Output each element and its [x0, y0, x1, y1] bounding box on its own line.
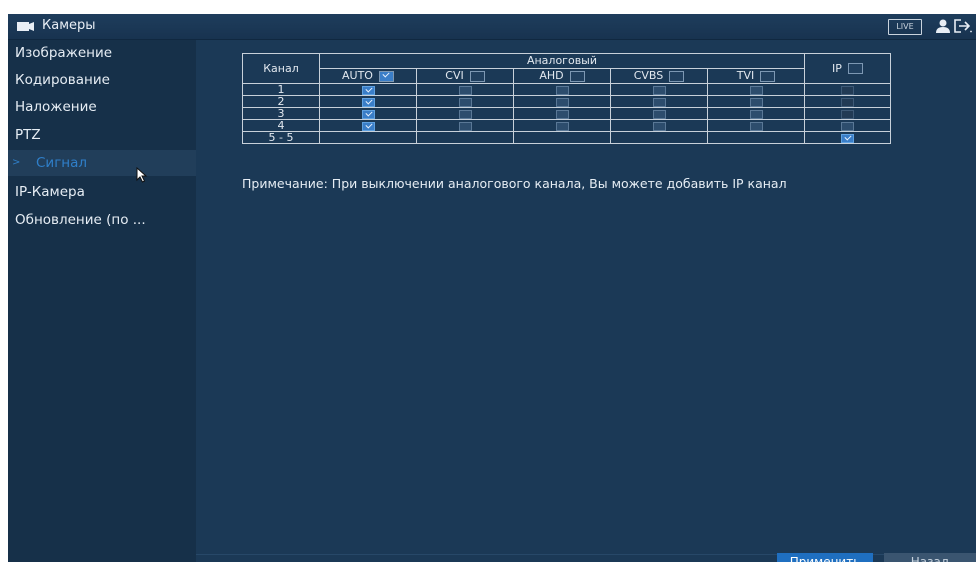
signal-table: Канал Аналоговый IP AUTO CVI AHD CVBS TV…: [242, 53, 891, 144]
sidebar: Изображение Кодирование Наложение PTZ > …: [8, 40, 196, 562]
sidebar-item-label: Кодирование: [15, 72, 110, 88]
channel-cell: 1: [242, 83, 320, 96]
screen: Камеры LIVE Изображение Кодирование Нало…: [8, 14, 976, 562]
tvi-checkbox[interactable]: [749, 121, 763, 131]
sidebar-item-label: Обновление (по ...: [15, 212, 146, 228]
cvi-checkbox[interactable]: [458, 97, 472, 107]
cvi-label: CVI: [445, 69, 464, 82]
ahd-all-checkbox[interactable]: [569, 70, 585, 82]
table-row: 5 - 5: [242, 131, 891, 144]
auto-checkbox[interactable]: [361, 121, 375, 131]
column-header-cvi: CVI: [416, 68, 514, 84]
cvi-checkbox[interactable]: [458, 109, 472, 119]
ip-checkbox[interactable]: [841, 85, 854, 95]
column-header-ahd: AHD: [513, 68, 611, 84]
ip-checkbox[interactable]: [841, 97, 854, 107]
sidebar-item-signal[interactable]: > Сигнал: [8, 150, 196, 176]
ip-checkbox[interactable]: [841, 133, 854, 143]
ip-checkbox[interactable]: [841, 109, 854, 119]
channel-cell: 5 - 5: [242, 131, 320, 144]
table-row: 4: [242, 119, 891, 132]
channel-cell: 4: [242, 119, 320, 132]
table-row: 2: [242, 95, 891, 108]
channel-cell: 3: [242, 107, 320, 120]
cvbs-checkbox[interactable]: [652, 121, 666, 131]
user-icon[interactable]: [936, 19, 950, 33]
apply-button[interactable]: Применить: [777, 553, 873, 562]
sidebar-item-label: Наложение: [15, 99, 97, 115]
column-header-auto: AUTO: [319, 68, 417, 84]
back-button[interactable]: Назад: [884, 553, 976, 562]
auto-all-checkbox[interactable]: [378, 70, 394, 82]
sidebar-item-label: Сигнал: [36, 155, 88, 171]
ahd-checkbox[interactable]: [555, 121, 569, 131]
tvi-checkbox[interactable]: [749, 97, 763, 107]
column-header-tvi: TVI: [707, 68, 805, 84]
page-title: Камеры: [42, 18, 96, 33]
ahd-checkbox[interactable]: [555, 97, 569, 107]
sidebar-item-update[interactable]: Обновление (по ...: [8, 207, 196, 233]
sidebar-item-label: PTZ: [15, 127, 41, 143]
tvi-all-checkbox[interactable]: [760, 70, 776, 82]
tvi-label: TVI: [736, 69, 755, 82]
table-row: 1: [242, 83, 891, 96]
ip-checkbox[interactable]: [841, 121, 854, 131]
camera-icon: [17, 22, 34, 31]
cvbs-label: CVBS: [633, 69, 664, 82]
sidebar-item-label: Изображение: [15, 45, 113, 61]
note-text: Примечание: При выключении аналогового к…: [242, 176, 787, 191]
top-bar: Камеры LIVE: [8, 14, 976, 40]
cvbs-checkbox[interactable]: [652, 109, 666, 119]
ahd-label: AHD: [539, 69, 564, 82]
column-header-cvbs: CVBS: [610, 68, 708, 84]
ahd-checkbox[interactable]: [555, 109, 569, 119]
sidebar-item-image[interactable]: Изображение: [8, 40, 196, 66]
sidebar-item-overlay[interactable]: Наложение: [8, 94, 196, 120]
column-header-channel: Канал: [242, 53, 320, 84]
tvi-checkbox[interactable]: [749, 85, 763, 95]
cvbs-checkbox[interactable]: [652, 85, 666, 95]
auto-checkbox[interactable]: [361, 85, 375, 95]
cvbs-checkbox[interactable]: [652, 97, 666, 107]
auto-checkbox[interactable]: [361, 97, 375, 107]
main-panel: Канал Аналоговый IP AUTO CVI AHD CVBS TV…: [196, 40, 976, 562]
auto-checkbox[interactable]: [361, 109, 375, 119]
sidebar-item-ptz[interactable]: PTZ: [8, 122, 196, 148]
column-header-ip: IP: [804, 53, 891, 84]
channel-cell: 2: [242, 95, 320, 108]
sidebar-item-encoding[interactable]: Кодирование: [8, 67, 196, 93]
ip-label: IP: [832, 62, 842, 76]
sidebar-item-ip-camera[interactable]: IP-Камера: [8, 179, 196, 205]
mouse-cursor-icon: [136, 167, 148, 183]
cvi-all-checkbox[interactable]: [469, 70, 485, 82]
cvi-checkbox[interactable]: [458, 85, 472, 95]
ahd-checkbox[interactable]: [555, 85, 569, 95]
auto-label: AUTO: [342, 69, 373, 82]
logout-icon[interactable]: [954, 19, 972, 33]
tvi-checkbox[interactable]: [749, 109, 763, 119]
cvbs-all-checkbox[interactable]: [669, 70, 685, 82]
table-row: 3: [242, 107, 891, 120]
column-header-analog: Аналоговый: [319, 53, 805, 69]
cvi-checkbox[interactable]: [458, 121, 472, 131]
chevron-right-icon: >: [12, 157, 21, 168]
sidebar-item-label: IP-Камера: [15, 184, 85, 200]
live-button[interactable]: LIVE: [888, 19, 922, 35]
ip-all-checkbox[interactable]: [847, 63, 863, 75]
